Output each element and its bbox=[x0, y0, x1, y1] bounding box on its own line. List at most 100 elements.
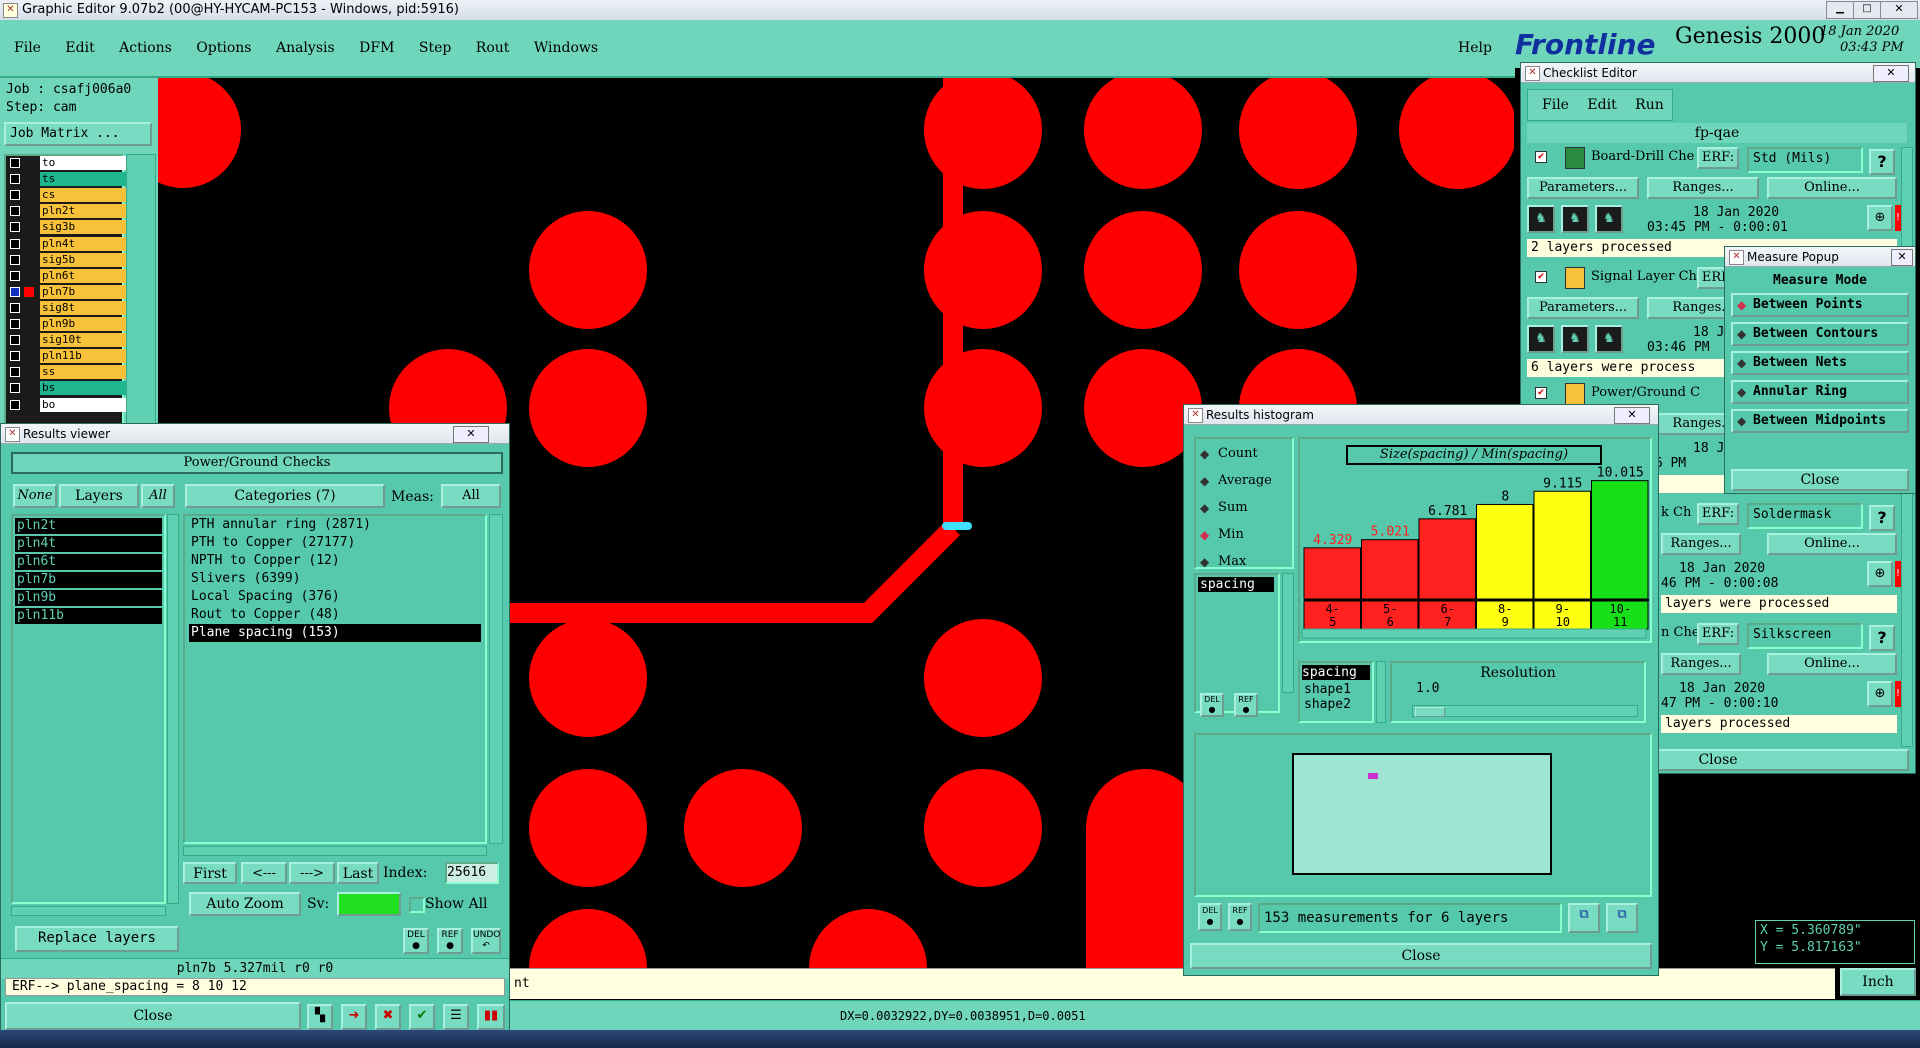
shape-item-shape1[interactable]: shape1 bbox=[1304, 682, 1368, 697]
histogram-bar[interactable] bbox=[1418, 518, 1476, 600]
layer-row[interactable]: ts bbox=[6, 172, 126, 187]
layer-row[interactable]: sig10t bbox=[6, 333, 126, 348]
ref-icon[interactable]: REF ● bbox=[1234, 693, 1258, 717]
layer-checkbox[interactable] bbox=[10, 319, 20, 329]
help-icon[interactable]: ? bbox=[1869, 625, 1895, 651]
minimize-button[interactable]: ▁ bbox=[1826, 1, 1854, 19]
histogram-bar[interactable] bbox=[1591, 480, 1649, 600]
parameters-button[interactable]: Parameters... bbox=[1527, 297, 1639, 319]
tool-icon-3[interactable]: ✖ bbox=[375, 1004, 401, 1030]
next-button[interactable]: ---> bbox=[289, 862, 335, 884]
run-action-icon[interactable]: ♞ bbox=[1527, 325, 1555, 353]
parameters-button[interactable]: Parameters... bbox=[1527, 177, 1639, 199]
layer-row[interactable]: pln11b bbox=[6, 349, 126, 364]
result-layer-item[interactable]: pln6t bbox=[15, 554, 162, 570]
layer-row[interactable]: cs bbox=[6, 188, 126, 203]
del-icon[interactable]: DEL ● bbox=[1200, 693, 1224, 717]
tool-icon-1[interactable]: ▚ bbox=[307, 1004, 333, 1030]
stat-option[interactable]: ◆ Min bbox=[1198, 526, 1288, 546]
show-all-checkbox[interactable] bbox=[409, 897, 425, 913]
measure-mode-option[interactable]: ◆ Between Points bbox=[1731, 293, 1909, 317]
erf-value[interactable]: Std (Mils) bbox=[1747, 147, 1863, 173]
layer-checkbox[interactable] bbox=[10, 383, 20, 394]
category-item[interactable]: PTH to Copper (27177) bbox=[189, 534, 481, 552]
menu-options[interactable]: Options bbox=[196, 40, 251, 56]
stat-option[interactable]: ◆ Sum bbox=[1198, 499, 1288, 519]
layer-checkbox[interactable] bbox=[10, 158, 20, 168]
layer-checkbox[interactable] bbox=[10, 270, 20, 281]
shape-scrollbar[interactable] bbox=[1376, 661, 1386, 723]
erf-value[interactable]: Soldermask bbox=[1747, 503, 1863, 529]
layer-checkbox[interactable] bbox=[10, 399, 20, 410]
result-layer-item[interactable]: pln4t bbox=[15, 536, 162, 552]
close-icon[interactable]: ✕ bbox=[1873, 65, 1909, 82]
layer-row[interactable]: to bbox=[6, 156, 126, 170]
ranges-button[interactable]: Ranges... bbox=[1647, 177, 1759, 199]
none-button[interactable]: None bbox=[13, 484, 57, 508]
del-icon[interactable]: DEL ● bbox=[403, 928, 429, 954]
menu-windows[interactable]: Windows bbox=[534, 40, 598, 56]
attr-scrollbar[interactable] bbox=[1282, 573, 1294, 693]
histogram-bar[interactable] bbox=[1533, 490, 1591, 600]
stat-option[interactable]: ◆ Average bbox=[1198, 472, 1288, 492]
menu-dfm[interactable]: DFM bbox=[359, 40, 394, 56]
layer-results-hscroll[interactable] bbox=[11, 906, 166, 916]
layer-checkbox[interactable] bbox=[10, 335, 20, 346]
layer-row[interactable]: pln6t bbox=[6, 268, 126, 283]
ranges-button[interactable]: Ranges... bbox=[1661, 533, 1741, 555]
result-layer-item[interactable]: pln2t bbox=[15, 518, 162, 534]
job-matrix-button[interactable]: Job Matrix ... bbox=[4, 122, 152, 146]
checklist-menu-edit[interactable]: Edit bbox=[1587, 97, 1616, 113]
shape-item-spacing[interactable]: spacing bbox=[1302, 665, 1370, 680]
check-enable-checkbox[interactable]: ✔ bbox=[1535, 271, 1547, 283]
shape-item-shape2[interactable]: shape2 bbox=[1304, 697, 1368, 712]
category-item[interactable]: Plane spacing (153) bbox=[189, 624, 481, 642]
check-name[interactable]: n Che bbox=[1661, 625, 1700, 640]
layer-checkbox[interactable] bbox=[10, 367, 20, 378]
maximize-button[interactable]: □ bbox=[1853, 1, 1881, 19]
category-item[interactable]: PTH annular ring (2871) bbox=[189, 516, 481, 534]
menu-step[interactable]: Step bbox=[419, 40, 451, 56]
all-button[interactable]: All bbox=[141, 484, 175, 508]
layers-button[interactable]: Layers bbox=[59, 484, 139, 508]
categories-scrollbar[interactable] bbox=[489, 514, 503, 844]
tool-icon-5[interactable]: ☰ bbox=[443, 1004, 469, 1030]
layer-row[interactable]: ss bbox=[6, 365, 126, 380]
run-action-icon[interactable]: ♞ bbox=[1595, 325, 1623, 353]
category-item[interactable]: Rout to Copper (48) bbox=[189, 606, 481, 624]
erf-value[interactable]: Silkscreen bbox=[1747, 623, 1863, 649]
check-name[interactable]: k Ch bbox=[1661, 505, 1691, 520]
menu-rout[interactable]: Rout bbox=[476, 40, 510, 56]
slider-handle[interactable] bbox=[1415, 707, 1445, 717]
resolution-slider[interactable] bbox=[1412, 705, 1638, 717]
checklist-menu-run[interactable]: Run bbox=[1635, 97, 1664, 113]
layer-row[interactable]: pln9b bbox=[6, 317, 126, 331]
check-name[interactable]: Power/Ground C bbox=[1591, 385, 1700, 400]
measure-mode-option[interactable]: ◆ Between Midpoints bbox=[1731, 409, 1909, 433]
measure-close-button[interactable]: Close bbox=[1731, 469, 1909, 491]
menu-actions[interactable]: Actions bbox=[119, 40, 172, 56]
menu-edit[interactable]: Edit bbox=[65, 40, 94, 56]
close-icon[interactable]: ✕ bbox=[453, 426, 489, 443]
layer-checkbox[interactable] bbox=[10, 286, 20, 297]
help-icon[interactable]: ? bbox=[1869, 505, 1895, 531]
index-input[interactable]: 25616 bbox=[445, 862, 499, 884]
undo-icon[interactable]: UNDO ↶ bbox=[471, 928, 501, 954]
layer-row[interactable]: sig5b bbox=[6, 252, 126, 267]
histogram-bar[interactable] bbox=[1476, 503, 1534, 600]
ref-icon[interactable]: REF ● bbox=[1228, 903, 1252, 931]
layer-checkbox[interactable] bbox=[10, 206, 20, 217]
layer-checkbox[interactable] bbox=[10, 222, 20, 233]
first-button[interactable]: First bbox=[183, 862, 237, 884]
online-button[interactable]: Online... bbox=[1767, 177, 1897, 199]
run-action-icon[interactable]: ♞ bbox=[1561, 205, 1589, 233]
attr-item[interactable]: spacing bbox=[1198, 577, 1274, 592]
run-action-icon[interactable]: ♞ bbox=[1595, 205, 1623, 233]
close-window-button[interactable]: ✕ bbox=[1880, 1, 1918, 19]
layer-checkbox[interactable] bbox=[10, 302, 20, 313]
menu-analysis[interactable]: Analysis bbox=[276, 40, 335, 56]
zoom-icon[interactable]: ⊕ bbox=[1867, 205, 1893, 231]
checklist-menu-file[interactable]: File bbox=[1542, 97, 1569, 113]
prev-button[interactable]: <--- bbox=[241, 862, 287, 884]
ranges-button[interactable]: Ranges... bbox=[1661, 653, 1741, 675]
